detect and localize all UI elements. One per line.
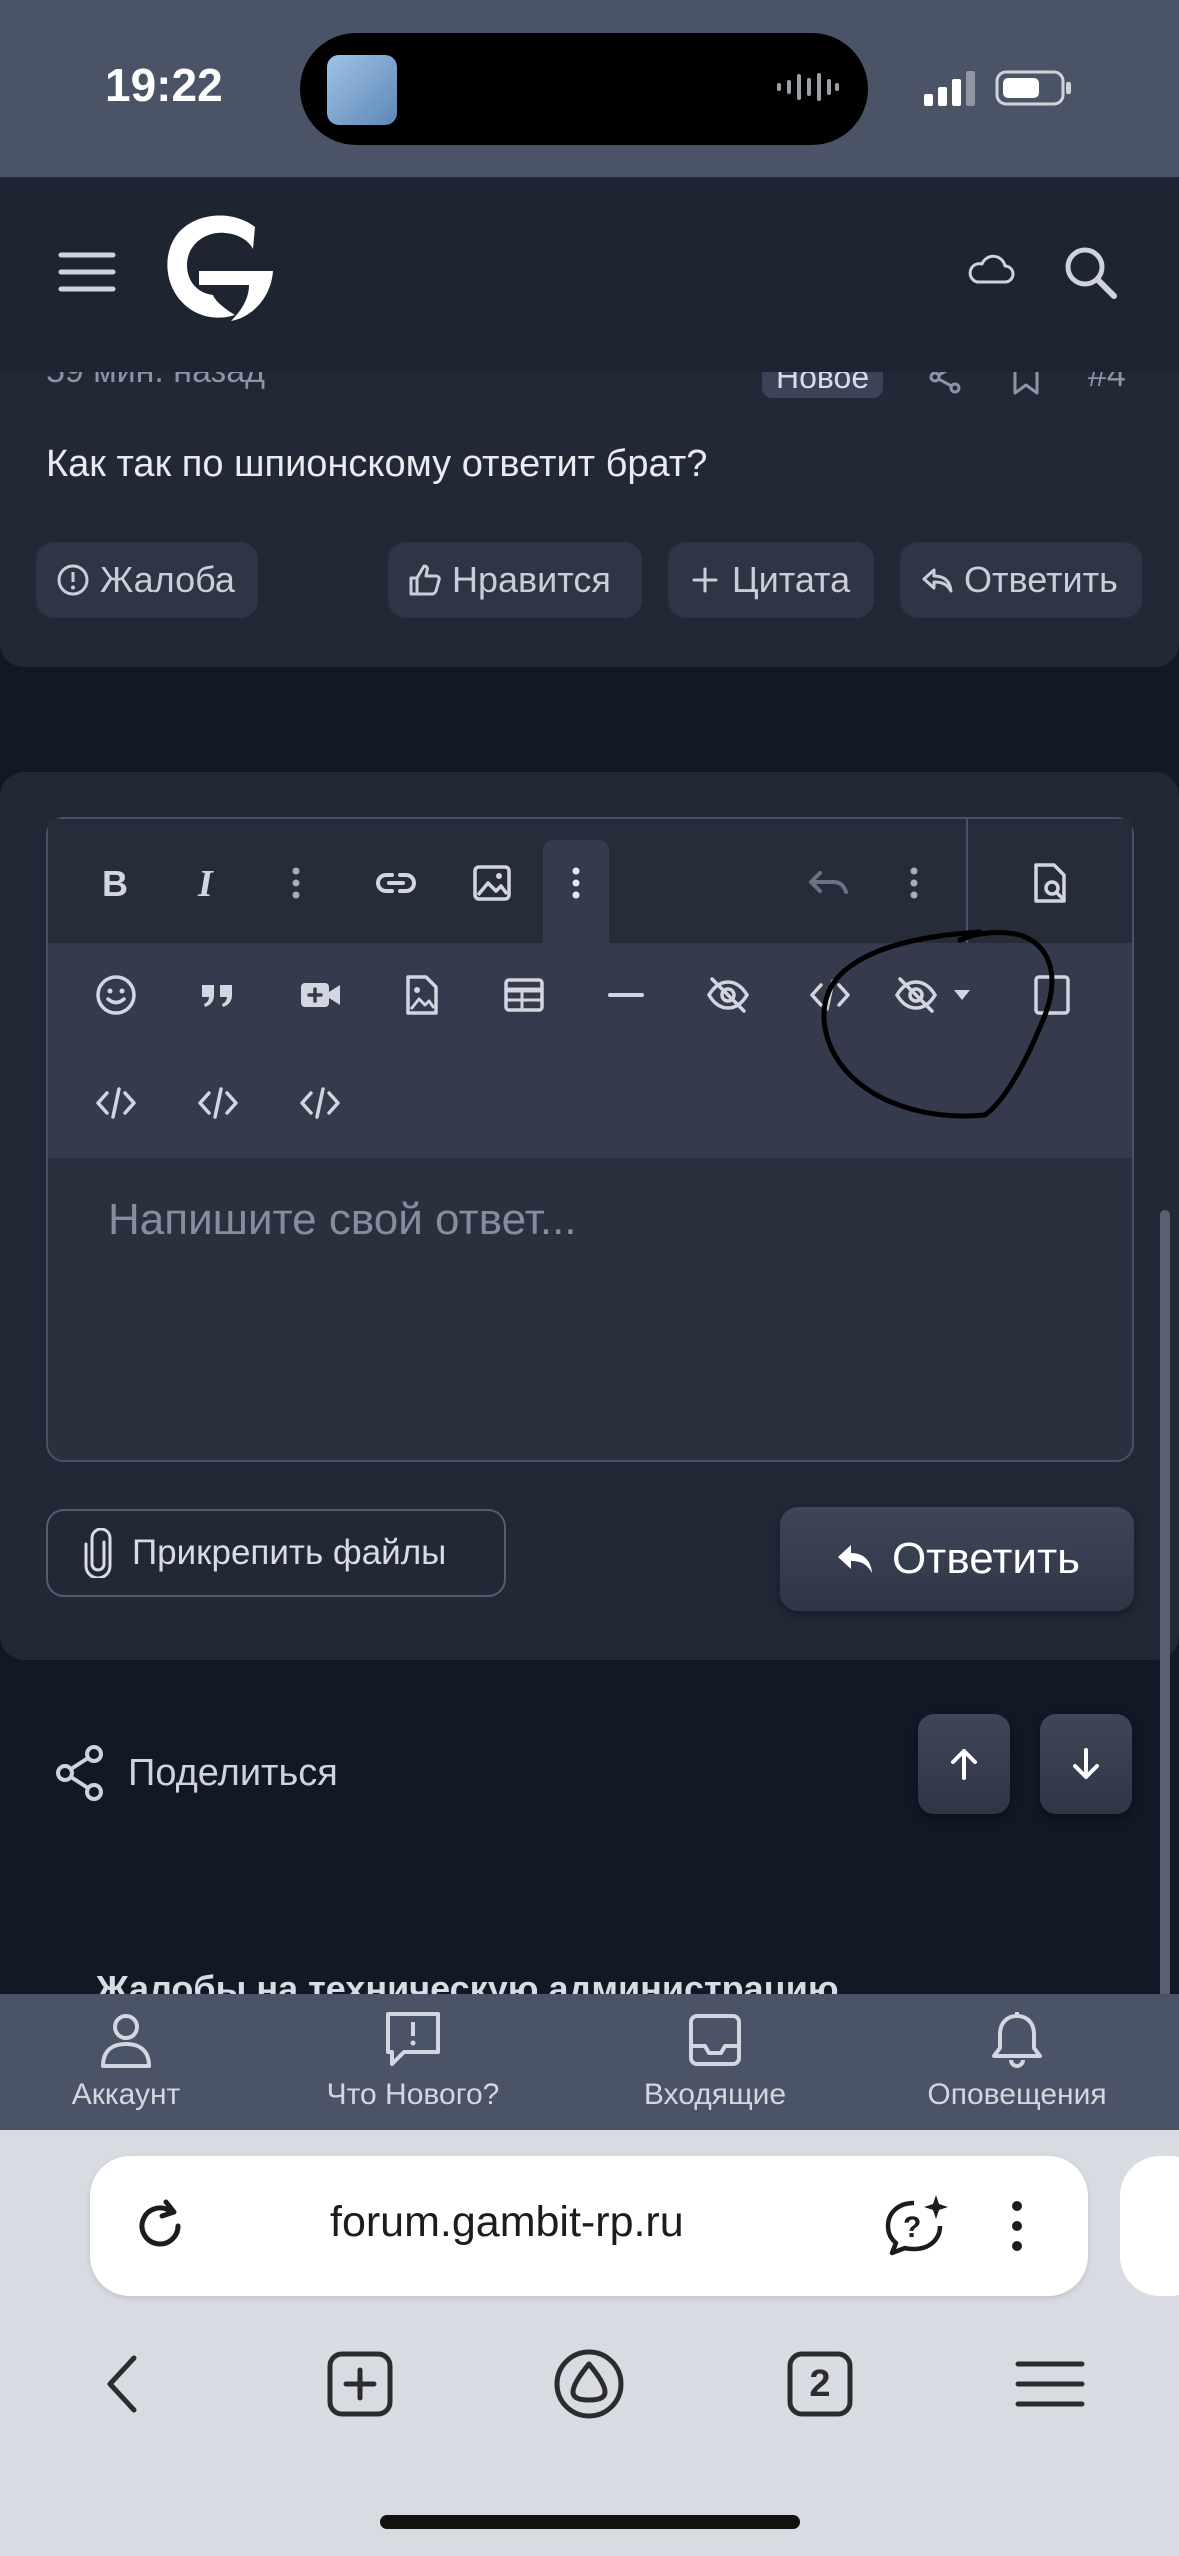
svg-text:?: ? xyxy=(903,2211,921,2244)
quote-button[interactable]: Цитата xyxy=(668,542,874,618)
inbox-icon xyxy=(689,2014,741,2066)
cloud-icon[interactable] xyxy=(965,250,1015,290)
reply-placeholder: Напишите свой ответ... xyxy=(108,1195,577,1244)
more-vertical-icon[interactable] xyxy=(886,855,942,911)
reply-label: Ответить xyxy=(964,559,1118,600)
quote-label: Цитата xyxy=(732,559,851,600)
signal-icon xyxy=(924,71,975,106)
svg-text:B: B xyxy=(102,863,128,904)
reply-icon xyxy=(837,1545,872,1573)
horizontal-rule-icon[interactable] xyxy=(598,967,654,1023)
image-icon[interactable] xyxy=(464,855,520,911)
attach-files-button[interactable]: Прикрепить файлы xyxy=(46,1509,506,1597)
scroll-down-button[interactable] xyxy=(1040,1714,1132,1814)
back-icon[interactable] xyxy=(88,2346,164,2422)
post-text: Как так по шпионскому ответит брат? xyxy=(46,443,708,485)
attach-files-label: Прикрепить файлы xyxy=(132,1533,447,1572)
arrow-down-icon xyxy=(1073,1748,1099,1779)
share-icon xyxy=(56,1745,103,1801)
url-text[interactable]: forum.gambit-rp.ru xyxy=(330,2198,684,2247)
nav-inbox[interactable]: Входящие xyxy=(605,2010,825,2112)
alert-circle-icon xyxy=(57,564,89,596)
next-tab-preview[interactable] xyxy=(1120,2156,1179,2296)
audio-wave-icon xyxy=(777,73,839,101)
nav-alerts[interactable]: Оповещения xyxy=(907,2010,1127,2112)
nav-whats-new-label: Что Нового? xyxy=(326,2078,500,2111)
share-button[interactable]: Поделиться xyxy=(54,1744,338,1802)
undo-icon[interactable] xyxy=(800,855,856,911)
message-alert-icon xyxy=(386,2012,440,2066)
italic-icon[interactable]: I xyxy=(182,855,238,911)
code-icon[interactable] xyxy=(190,1075,246,1131)
share-label: Поделиться xyxy=(128,1751,338,1794)
scrollbar[interactable] xyxy=(1160,1210,1170,2046)
more-vertical-icon[interactable] xyxy=(1000,2196,1034,2256)
smiley-icon[interactable] xyxy=(88,967,144,1023)
menu-icon[interactable] xyxy=(58,250,116,294)
site-logo[interactable] xyxy=(155,205,280,325)
link-icon[interactable] xyxy=(368,855,424,911)
breadcrumb[interactable]: Жалобы на техническую администрацию xyxy=(48,1964,948,1994)
breadcrumb-label: Жалобы на техническую администрацию xyxy=(96,1968,839,1994)
paperclip-icon xyxy=(84,1528,112,1578)
alice-assistant-icon[interactable] xyxy=(551,2346,627,2422)
quote-icon[interactable] xyxy=(190,967,246,1023)
tabs-count: 2 xyxy=(809,2363,831,2405)
island-avatar xyxy=(327,55,397,125)
code-icon[interactable] xyxy=(292,1075,348,1131)
svg-text:I: I xyxy=(197,863,214,905)
table-icon[interactable] xyxy=(496,967,552,1023)
status-time: 19:22 xyxy=(105,59,223,111)
file-image-icon[interactable] xyxy=(394,967,450,1023)
search-icon[interactable] xyxy=(1062,244,1118,300)
hamburger-menu-icon[interactable] xyxy=(1012,2346,1088,2422)
user-icon xyxy=(101,2014,151,2068)
more-options-icon[interactable] xyxy=(548,855,604,911)
video-icon[interactable] xyxy=(292,967,348,1023)
assistant-chat-icon[interactable]: ? xyxy=(880,2191,952,2263)
nav-account[interactable]: Аккаунт xyxy=(16,2010,236,2112)
reload-icon[interactable] xyxy=(130,2196,190,2256)
report-button[interactable]: Жалоба xyxy=(36,542,258,618)
new-tab-icon[interactable] xyxy=(322,2346,398,2422)
preview-icon[interactable] xyxy=(1022,855,1078,911)
battery-icon xyxy=(995,70,1071,106)
home-indicator[interactable] xyxy=(380,2515,800,2529)
plus-icon xyxy=(692,567,718,593)
nav-account-label: Аккаунт xyxy=(71,2078,181,2111)
reply-icon xyxy=(922,568,953,593)
report-label: Жалоба xyxy=(100,559,235,600)
scroll-up-button[interactable] xyxy=(918,1714,1010,1814)
bold-icon[interactable]: B xyxy=(86,855,142,911)
arrow-up-icon xyxy=(951,1749,977,1780)
code-icon[interactable] xyxy=(88,1075,144,1131)
submit-reply-button[interactable]: Ответить xyxy=(780,1507,1134,1611)
thumbs-up-icon xyxy=(409,564,441,596)
bell-icon xyxy=(992,2012,1042,2068)
nav-inbox-label: Входящие xyxy=(643,2078,787,2111)
reply-button[interactable]: Ответить xyxy=(900,542,1142,618)
nav-alerts-label: Оповещения xyxy=(927,2078,1107,2111)
eye-off-icon[interactable] xyxy=(700,967,756,1023)
nav-whats-new[interactable]: Что Нового? xyxy=(303,2010,523,2112)
more-vertical-icon[interactable] xyxy=(268,855,324,911)
hand-drawn-circle-annotation xyxy=(821,929,1055,1119)
submit-reply-label: Ответить xyxy=(891,1534,1081,1583)
post-card xyxy=(0,372,1179,667)
like-button[interactable]: Нравится xyxy=(388,542,642,618)
like-label: Нравится xyxy=(452,559,611,600)
